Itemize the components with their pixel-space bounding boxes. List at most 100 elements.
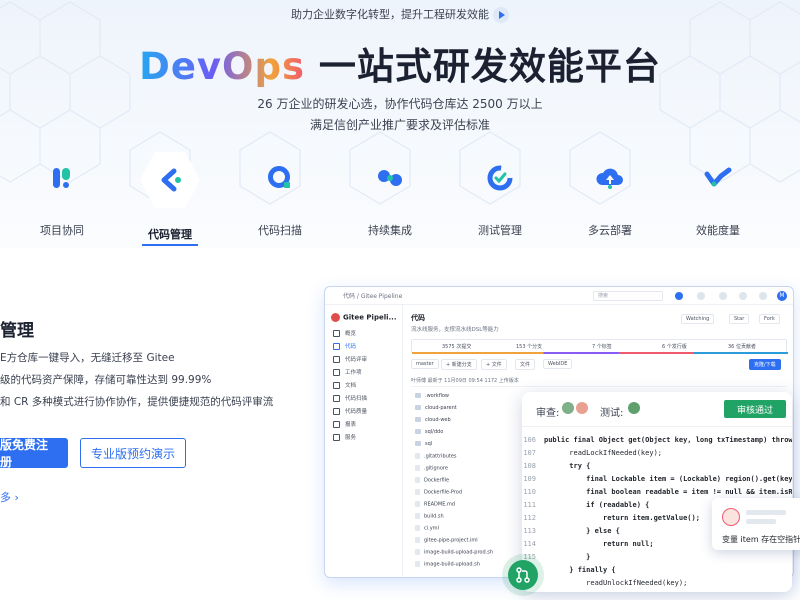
section-title: 管理 [0,321,34,341]
merge-request-icon[interactable] [508,560,538,590]
code-line: 115 } [523,553,591,561]
sidebar-item-work-items[interactable]: 工作项 [333,368,362,376]
book-demo-button[interactable]: 专业版预约演示 [80,438,186,468]
feature-line-3: 和 CR 多种模式进行协作协作，提供便捷规范的代码评审流 [0,396,274,408]
file-item[interactable]: sql [415,441,432,447]
reviewer-avatar[interactable] [576,402,588,414]
file-item[interactable]: ci.yml [415,525,439,532]
code-scan-icon [252,150,308,206]
add-icon[interactable] [697,292,705,300]
tab-code-scan[interactable]: 代码扫描 [230,150,330,238]
clone-download-button[interactable]: 克隆/下载 [749,359,781,370]
branch-select[interactable]: master [411,359,439,369]
project-collab-icon [34,150,90,206]
stat-tags[interactable]: 7 个标签 [592,343,612,350]
stat-commits[interactable]: 3575 次提交 [442,343,471,350]
stat-releases[interactable]: 6 个发行版 [662,343,687,350]
repo-stats: 3575 次提交 153 个分支 7 个标签 6 个发行版 36 位贡献者 [411,339,788,354]
stat-branches[interactable]: 153 个分支 [516,343,542,350]
file-item[interactable]: image-build-upload-prod.sh [415,549,493,556]
repo-toolbar: master + 新建分支 + 文件 文件 WebIDE 克隆/下载 [411,359,787,371]
review-comment-bubble[interactable]: 变量 item 存在空指针 [712,498,800,550]
watch-button[interactable]: Watching [681,314,715,324]
comment-placeholder [746,519,776,524]
file-item[interactable]: Dockerfile-Prod [415,489,462,496]
chevron-right-icon: › [14,491,19,504]
sidebar-item-overview[interactable]: 概览 [333,329,356,337]
sidebar-item-code-quality[interactable]: 代码质量 [333,407,367,415]
mockup-topbar: 代码 / Gitee Pipeline 搜索 M [325,287,793,305]
file-item[interactable]: .workflow [415,393,449,399]
notification-icon[interactable] [675,292,683,300]
sidebar-item-services[interactable]: 服务 [333,433,356,441]
sidebar-item-code-scan[interactable]: 代码扫描 [333,394,367,402]
active-tab-indicator [142,244,198,246]
help-icon[interactable] [759,292,767,300]
tab-project-collab[interactable]: 项目协同 [12,150,112,238]
page-title: DevOps 一站式研发效能平台 [0,36,800,90]
file-item[interactable]: .gitignore [415,465,448,472]
hero-subtitle-1: 26 万企业的研发心选，协作代码仓库达 2500 万以上 [257,97,543,111]
mockup-sidebar: Gitee Pipeli... 概览 代码 代码评审 工作项 文档 代码扫描 代… [325,305,403,577]
file-item[interactable]: Dockerfile [415,477,449,484]
tab-code-manage[interactable]: 代码管理 [120,150,220,246]
metrics-icon [690,150,746,206]
repo-title: 代码 [411,314,425,322]
avatar[interactable]: M [777,291,787,301]
hero-section: 助力企业数字化转型，提升工程研发效能 DevOps 一站式研发效能平台 26 万… [0,0,800,248]
code-line: 108 try { [523,462,591,470]
code-line: 106 public final Object get(Object key, l… [523,436,792,444]
learn-more-link[interactable]: 多 › [0,489,19,505]
tab-metrics[interactable]: 效能度量 [668,150,768,238]
file-item[interactable]: cloud-parent [415,405,457,411]
reviewer-label: 审查: [536,408,560,419]
hero-subtitle-2: 满足信创产业推广要求及评估标准 [309,118,490,132]
file-item[interactable]: image-build-upload.sh [415,561,480,568]
file-item[interactable]: README.md [415,501,455,508]
code-line: 116 } finally { [523,566,616,574]
new-branch-button[interactable]: + 新建分支 [441,359,477,370]
tab-ci[interactable]: 持续集成 [340,150,440,238]
repo-description: 流水线服务，支撑流水线DSL等能力 [411,327,499,333]
tab-multi-cloud[interactable]: 多云部署 [560,150,660,238]
code-manage-icon [140,151,200,209]
star-button[interactable]: Star [729,314,750,324]
tab-test-manage[interactable]: 测试管理 [450,150,550,238]
sidebar-item-docs[interactable]: 文档 [333,381,356,389]
divider [522,426,792,427]
test-manage-icon [472,150,528,206]
ci-icon [362,150,418,206]
feature-line-1: E方仓库一键导入，无缝迁移至 Gitee [0,352,175,364]
free-register-button[interactable]: 版免费注册 [0,438,68,469]
play-icon[interactable] [493,7,509,23]
file-item[interactable]: cloud-web [415,417,451,423]
sidebar-item-reports[interactable]: 报表 [333,420,356,428]
file-item[interactable]: sql/ddo [415,429,443,435]
approve-button[interactable]: 审核通过 [724,400,786,418]
sidebar-item-code[interactable]: 代码 [333,342,356,350]
search-input[interactable]: 搜索 [593,291,663,301]
code-review-card: 审查: 测试: 审核通过 106 public final Object get(… [522,392,792,592]
file-item[interactable]: build.sh [415,513,444,520]
message-icon[interactable] [719,292,727,300]
hero-tagline: 助力企业数字化转型，提升工程研发效能 [0,6,800,23]
bell-icon[interactable] [739,292,747,300]
repo-name[interactable]: Gitee Pipeli... [331,313,397,322]
feature-line-2: 级的代码资产保障，存储可靠性达到 99.99% [0,374,212,386]
reviewer-avatar[interactable] [562,402,574,414]
product-tabs: 项目协同 代码管理 代码扫描 持续集成 测试管理 多云部署 效能度量 [0,150,800,248]
tester-avatar[interactable] [628,402,640,414]
stat-contributors[interactable]: 36 位贡献者 [728,343,756,350]
comment-text: 变量 item 存在空指针 [722,535,800,544]
sidebar-item-code-review[interactable]: 代码评审 [333,355,367,363]
language-bar [412,352,788,354]
repo-logo-icon [331,313,340,322]
breadcrumb[interactable]: 代码 / Gitee Pipeline [343,291,402,300]
title-brand: DevOps [139,45,305,88]
new-file-button[interactable]: + 文件 [481,359,507,370]
file-item[interactable]: .gitattributes [415,453,457,460]
webide-button[interactable]: WebIDE [543,359,573,369]
file-menu-button[interactable]: 文件 [515,359,536,370]
fork-button[interactable]: Fork [759,314,780,324]
file-item[interactable]: gitee-pipe-project.iml [415,537,478,544]
